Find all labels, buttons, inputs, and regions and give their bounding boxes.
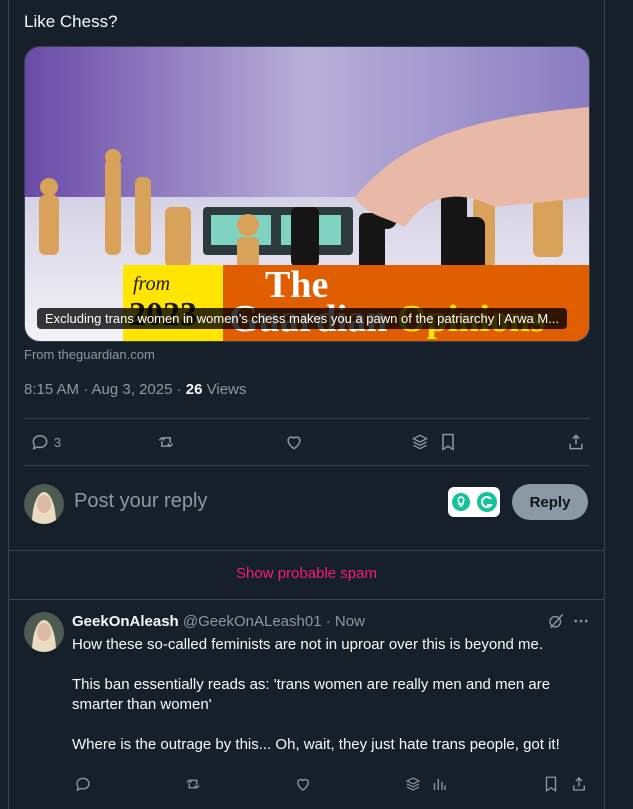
post-actions: 3 <box>24 420 590 464</box>
bookmark-icon <box>442 433 454 451</box>
reply-action[interactable] <box>74 770 92 798</box>
heart-icon <box>287 436 301 450</box>
link-card[interactable]: from 2023 The Guardian Opinions Excludin… <box>24 46 590 342</box>
layers-action[interactable] <box>410 420 430 464</box>
card-source[interactable]: From theguardian.com <box>24 347 155 362</box>
banner-from-text: from <box>133 273 170 295</box>
reply-paragraph: This ban essentially reads as: 'trans wo… <box>72 676 551 713</box>
divider <box>24 465 590 466</box>
share-action[interactable] <box>570 770 588 798</box>
reply-author-name[interactable]: GeekOnAleash <box>72 613 179 630</box>
avatar-image <box>24 612 64 652</box>
views-action[interactable] <box>430 770 448 798</box>
repost-action[interactable] <box>156 420 176 464</box>
reply-time[interactable]: Now <box>335 613 365 630</box>
reply-author-handle[interactable]: @GeekOnALeash01 <box>183 613 322 630</box>
divider <box>24 418 590 419</box>
reply-actions <box>72 770 592 798</box>
layers-icon <box>411 434 429 450</box>
repost-icon <box>158 436 174 448</box>
card-caption: Excluding trans women in women’s chess m… <box>37 308 567 329</box>
views-count: 26 <box>185 381 203 398</box>
repost-action[interactable] <box>184 770 202 798</box>
bulb-icon <box>451 493 470 511</box>
bookmark-action[interactable] <box>438 420 458 464</box>
views-label: Views <box>202 381 247 398</box>
post-text: Like Chess? <box>24 12 118 31</box>
post-meta: 8:15 AM · Aug 3, 2025 · 26 Views <box>24 381 246 398</box>
grok-icon <box>549 613 564 629</box>
reply-icon <box>32 434 48 450</box>
reply-count: 3 <box>54 434 62 450</box>
show-spam-link[interactable]: Show probable spam <box>8 565 605 582</box>
grok-action[interactable] <box>547 612 565 635</box>
divider <box>8 599 605 600</box>
like-action[interactable] <box>294 770 312 798</box>
reply-header: GeekOnAleash @GeekOnALeash01 · Now <box>72 613 365 630</box>
reply-button[interactable]: Reply <box>512 484 588 520</box>
divider <box>8 550 605 551</box>
grammarly-widget[interactable] <box>448 487 500 517</box>
reply-paragraph: Where is the outrage by this... Oh, wait… <box>72 736 560 753</box>
layers-icon <box>405 777 421 791</box>
more-icon <box>574 619 588 623</box>
reply-icon <box>76 777 90 792</box>
share-action[interactable] <box>566 420 586 464</box>
avatar[interactable] <box>24 484 64 524</box>
grammarly-icon <box>476 492 497 512</box>
bookmark-action[interactable] <box>542 770 560 798</box>
reply-input[interactable]: Post your reply <box>74 490 207 513</box>
avatar-image <box>24 484 64 524</box>
layers-action[interactable] <box>404 770 422 798</box>
bookmark-icon <box>545 776 557 793</box>
repost-icon <box>186 779 200 789</box>
share-icon <box>573 777 585 791</box>
card-image: from 2023 The Guardian Opinions <box>25 47 589 341</box>
reply-paragraph: How these so-called feminists are not in… <box>72 636 544 653</box>
reply-body: How these so-called feminists are not in… <box>72 635 592 775</box>
separator-dot: · <box>321 613 335 630</box>
more-action[interactable] <box>572 612 590 635</box>
heart-icon <box>297 778 309 791</box>
post-timestamp[interactable]: 8:15 AM · Aug 3, 2025 · <box>24 381 186 398</box>
bar-chart-icon <box>433 778 446 790</box>
share-icon <box>569 434 583 450</box>
reply-action[interactable]: 3 <box>30 420 61 464</box>
like-action[interactable] <box>284 420 304 464</box>
reply-avatar[interactable] <box>24 612 64 652</box>
